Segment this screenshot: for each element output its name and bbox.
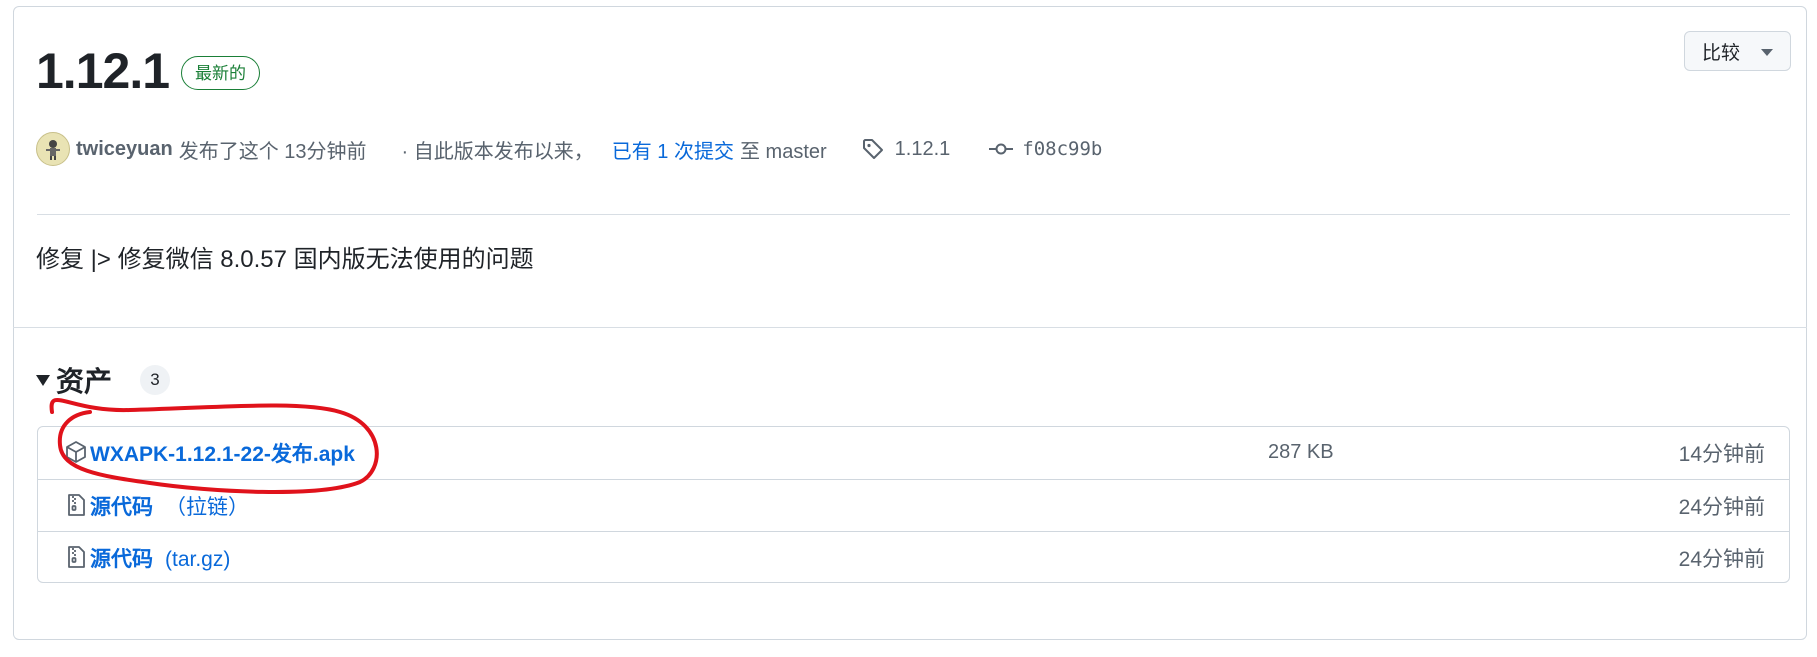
asset-time: 24分钟前 bbox=[1678, 495, 1765, 519]
asset-time: 24分钟前 bbox=[1678, 547, 1765, 571]
assets-toggle[interactable]: 资产 3 bbox=[36, 360, 171, 400]
avatar-figure-icon bbox=[46, 140, 60, 160]
tag-icon bbox=[861, 137, 885, 161]
commits-since-link[interactable]: 已有 1 次提交 bbox=[612, 135, 734, 164]
asset-format: (tar.gz) bbox=[165, 547, 231, 571]
divider bbox=[37, 214, 1790, 215]
compare-button-label: 比较 bbox=[1702, 42, 1741, 64]
published-text: 发布了这个 13分钟前 bbox=[178, 140, 367, 163]
asset-download-link[interactable]: WXAPK-1.12.1-22-发布.apk bbox=[90, 438, 355, 468]
release-notes: 修复 |> 修复微信 8.0.57 国内版无法使用的问题 bbox=[36, 246, 534, 273]
compare-button[interactable]: 比较 bbox=[1684, 31, 1791, 71]
release-meta: twiceyuan 发布了这个 13分钟前 · 自此版本发布以来， 已有 1 次… bbox=[36, 130, 1102, 168]
latest-badge: 最新的 bbox=[181, 56, 260, 90]
asset-size: 287 KB bbox=[1268, 441, 1334, 463]
assets-count-badge: 3 bbox=[140, 365, 171, 395]
avatar[interactable] bbox=[36, 132, 70, 166]
section-divider bbox=[13, 327, 1807, 328]
list-item: 源代码 （拉链） 24分钟前 bbox=[38, 479, 1789, 531]
asset-list: WXAPK-1.12.1-22-发布.apk 287 KB 14分钟前 源代码 （… bbox=[37, 426, 1790, 583]
target-branch-text: 至 master bbox=[739, 140, 827, 163]
file-zip-icon bbox=[64, 493, 88, 517]
asset-label: 源代码 bbox=[90, 547, 153, 571]
asset-label: 源代码 bbox=[90, 495, 153, 519]
assets-heading: 资产 bbox=[56, 366, 113, 397]
commit-sha-link[interactable]: f08c99b bbox=[1022, 138, 1102, 160]
release-title[interactable]: 1.12.1 bbox=[36, 38, 170, 104]
file-zip-icon bbox=[64, 545, 88, 569]
git-commit-icon bbox=[988, 137, 1014, 161]
tag-link[interactable]: 1.12.1 bbox=[895, 138, 951, 161]
since-text: · 自此版本发布以来， bbox=[401, 140, 594, 163]
list-item: 源代码 (tar.gz) 24分钟前 bbox=[38, 531, 1789, 582]
list-item: WXAPK-1.12.1-22-发布.apk 287 KB 14分钟前 bbox=[38, 427, 1789, 478]
chevron-down-icon bbox=[1761, 49, 1773, 56]
asset-time: 14分钟前 bbox=[1678, 442, 1765, 466]
source-code-targz-link[interactable]: 源代码 (tar.gz) bbox=[90, 543, 230, 573]
asset-format: （拉链） bbox=[165, 495, 249, 519]
source-code-zip-link[interactable]: 源代码 （拉链） bbox=[90, 491, 249, 521]
package-icon bbox=[64, 440, 88, 464]
author-link[interactable]: twiceyuan bbox=[76, 138, 173, 161]
triangle-down-icon bbox=[36, 374, 50, 386]
